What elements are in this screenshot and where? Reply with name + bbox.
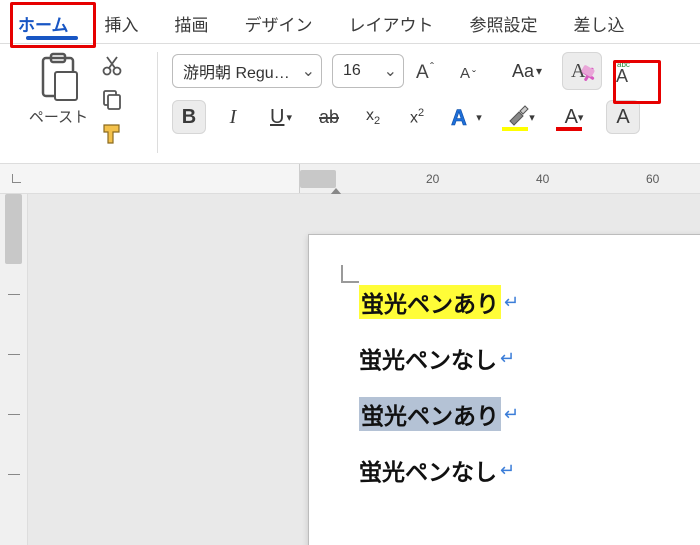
font-family-value: 游明朝 Regu… — [183, 59, 290, 83]
paragraph-mark-icon: ↵ — [500, 460, 515, 481]
paragraph-mark-icon: ↵ — [504, 404, 519, 425]
font-size-value: 16 — [343, 62, 361, 80]
highlighter-icon — [505, 105, 529, 129]
font-color-button[interactable]: A ▾ — [552, 100, 596, 134]
subscript-button[interactable]: x2 — [356, 100, 390, 134]
tab-references[interactable]: 参照設定 — [462, 5, 546, 42]
tab-design[interactable]: デザイン — [237, 5, 321, 42]
svg-text:A: A — [451, 105, 467, 130]
paragraph[interactable]: 蛍光ペンあり ↵ — [359, 397, 700, 431]
chevron-down-icon: ⌄ — [384, 61, 397, 81]
paintbrush-icon — [99, 121, 125, 147]
scissors-icon — [100, 54, 124, 78]
paragraph-mark-icon: ↵ — [500, 348, 515, 369]
font-size-combo[interactable]: 16 ⌄ — [332, 54, 404, 88]
paste-label: ペースト — [29, 106, 88, 127]
group-clipboard: ペースト — [10, 52, 158, 153]
increase-font-size-button[interactable]: Aˆ — [414, 54, 448, 88]
text-run[interactable]: 蛍光ペンなし — [359, 341, 497, 375]
bold-button[interactable]: B — [172, 100, 206, 134]
ribbon: ペースト — [0, 44, 700, 164]
highlight-button[interactable]: ▾ — [498, 100, 542, 134]
svg-text:A: A — [416, 62, 429, 83]
svg-text:A: A — [616, 66, 628, 84]
svg-text:ˆ: ˆ — [430, 60, 434, 74]
horizontal-ruler[interactable]: 20 40 60 — [0, 164, 700, 194]
decrease-font-size-button[interactable]: Aˇ — [458, 54, 492, 88]
ribbon-tabs: ホーム 挿入 描画 デザイン レイアウト 参照設定 差し込 — [0, 0, 700, 44]
clear-format-icon: A — [568, 57, 596, 85]
text-run[interactable]: 蛍光ペンなし — [359, 453, 497, 487]
underline-button[interactable]: U▾ — [260, 100, 302, 134]
tab-layout[interactable]: レイアウト — [341, 5, 442, 42]
copy-icon — [100, 88, 124, 112]
svg-text:ˇ: ˇ — [472, 68, 476, 82]
superscript-button[interactable]: x2 — [400, 100, 434, 134]
clear-formatting-button[interactable]: A — [562, 52, 602, 90]
text-run-selected[interactable]: 蛍光ペンあり — [359, 397, 501, 431]
phonetic-guide-button[interactable]: abc A — [612, 54, 646, 88]
format-painter-button[interactable] — [98, 120, 126, 148]
clipboard-icon — [35, 52, 81, 104]
text-effects-button[interactable]: A ▾ — [444, 100, 488, 134]
paste-button[interactable]: ペースト — [29, 52, 88, 127]
paragraph-mark-icon: ↵ — [504, 292, 519, 313]
change-case-button[interactable]: Aa ▾ — [502, 54, 552, 88]
change-case-label: Aa — [512, 61, 534, 82]
text-run-highlighted[interactable]: 蛍光ペンあり — [359, 285, 501, 319]
italic-button[interactable]: I — [216, 100, 250, 134]
vertical-ruler[interactable] — [0, 194, 28, 545]
paragraph[interactable]: 蛍光ペンなし ↵ — [359, 453, 700, 487]
text-effects-icon: A — [450, 104, 476, 130]
paragraph[interactable]: 蛍光ペンなし ↵ — [359, 341, 700, 375]
chevron-down-icon: ▾ — [536, 64, 542, 78]
chevron-down-icon: ⌄ — [302, 61, 315, 81]
paragraph[interactable]: 蛍光ペンあり ↵ — [359, 285, 700, 319]
page[interactable]: 蛍光ペンあり ↵ 蛍光ペンなし ↵ 蛍光ペンあり ↵ 蛍光ペンなし ↵ — [308, 234, 700, 545]
margin-corner-icon — [341, 265, 359, 283]
strikethrough-button[interactable]: ab — [312, 100, 346, 134]
font-family-combo[interactable]: 游明朝 Regu… ⌄ — [172, 54, 322, 88]
character-shading-button[interactable]: A — [606, 100, 640, 134]
copy-button[interactable] — [98, 86, 126, 114]
cut-button[interactable] — [98, 52, 126, 80]
tab-mailmerge[interactable]: 差し込 — [566, 5, 633, 42]
svg-text:A: A — [460, 65, 470, 82]
document-area[interactable]: 蛍光ペンあり ↵ 蛍光ペンなし ↵ 蛍光ペンあり ↵ 蛍光ペンなし ↵ — [28, 194, 700, 545]
tab-insert[interactable]: 挿入 — [97, 5, 147, 42]
tab-draw[interactable]: 描画 — [167, 5, 217, 42]
group-font: 游明朝 Regu… ⌄ 16 ⌄ Aˆ Aˇ Aa ▾ A — [172, 52, 690, 153]
